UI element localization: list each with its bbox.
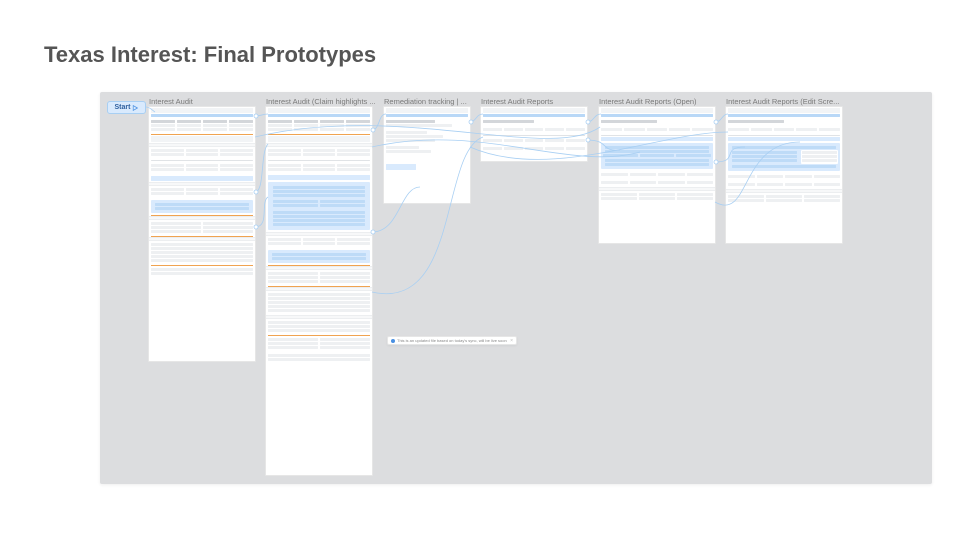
frame-title: Interest Audit Reports (Open) xyxy=(599,97,697,106)
frame-title: Interest Audit (Claim highlights ... xyxy=(266,97,376,106)
frame-interest-audit-reports[interactable]: Interest Audit Reports xyxy=(480,106,588,162)
frame-interest-audit-reports-edit[interactable]: Interest Audit Reports (Edit Scre... xyxy=(725,106,843,244)
frame-title: Interest Audit Reports (Edit Scre... xyxy=(726,97,839,106)
frame-title: Remediation tracking | ... xyxy=(384,97,467,106)
frame-title: Interest Audit xyxy=(149,97,193,106)
play-icon xyxy=(132,105,138,111)
page-title: Texas Interest: Final Prototypes xyxy=(44,42,376,68)
frame-title: Interest Audit Reports xyxy=(481,97,553,106)
start-prototype-button[interactable]: Start xyxy=(107,101,146,114)
prototype-canvas[interactable]: Start Interest Audit Interest Audit (Cla… xyxy=(100,92,932,484)
comment-bubble[interactable]: This is an updated file based on today's… xyxy=(387,336,517,345)
close-icon[interactable]: × xyxy=(510,338,513,344)
frame-interest-audit-reports-open[interactable]: Interest Audit Reports (Open) xyxy=(598,106,716,244)
comment-text: This is an updated file based on today's… xyxy=(397,338,507,343)
frame-interest-audit-claim-highlights[interactable]: Interest Audit (Claim highlights ... xyxy=(265,106,373,476)
comment-avatar-icon xyxy=(391,339,395,343)
frame-remediation-tracking[interactable]: Remediation tracking | ... xyxy=(383,106,471,204)
frame-interest-audit[interactable]: Interest Audit xyxy=(148,106,256,362)
start-label: Start xyxy=(115,104,131,111)
